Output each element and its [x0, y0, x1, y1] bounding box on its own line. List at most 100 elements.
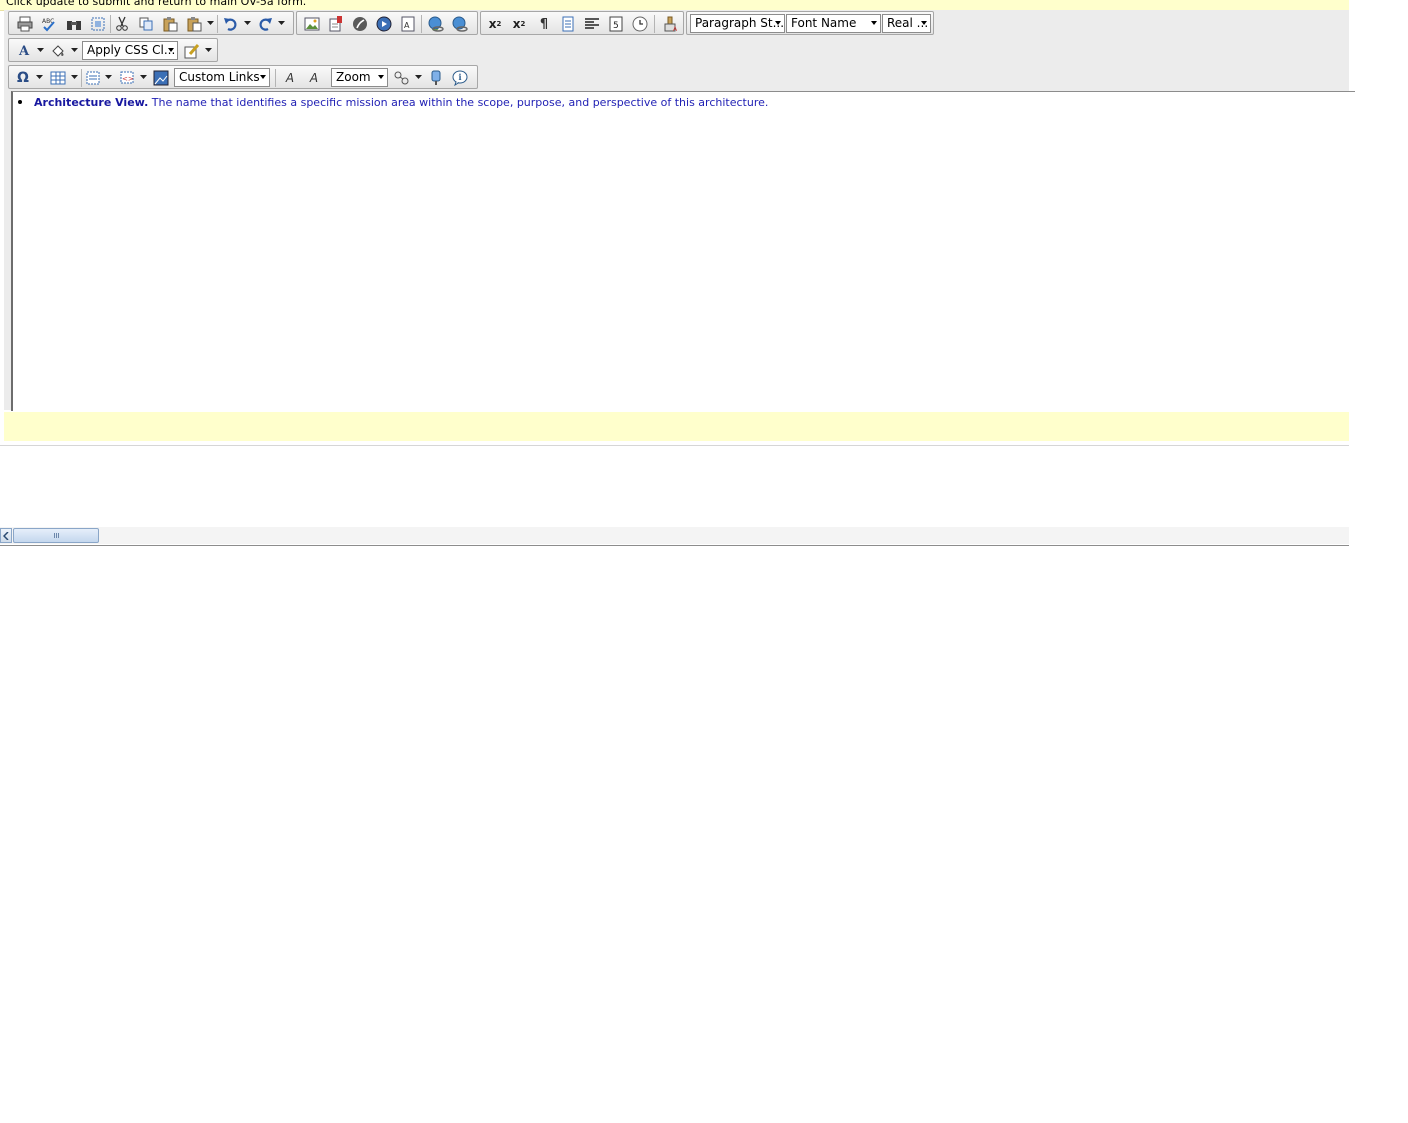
chevron-down-icon[interactable]: [37, 46, 44, 54]
chevron-down-icon[interactable]: [244, 19, 251, 27]
separator: [654, 15, 655, 33]
convert-to-lower-icon[interactable]: A: [282, 70, 298, 86]
list-item: Architecture View. The name that identif…: [18, 96, 768, 109]
font-name-select[interactable]: Font Name: [786, 14, 881, 33]
chevron-down-icon: [168, 48, 174, 52]
toolbar-group-tools: Ω <> Custom Links A A Zoom i: [8, 65, 478, 89]
paragraph-icon[interactable]: ¶: [536, 16, 552, 32]
image-map-icon[interactable]: [153, 70, 169, 86]
toolbar-group-color: A Apply CSS Cl...: [8, 38, 218, 62]
paragraph-style-select[interactable]: Paragraph St...: [690, 14, 785, 33]
insert-form-element-icon[interactable]: [85, 70, 101, 86]
image-manager-icon[interactable]: [304, 16, 320, 32]
print-icon[interactable]: [17, 16, 33, 32]
css-class-value: Apply CSS Cl...: [87, 43, 176, 57]
snippets-icon[interactable]: <>: [119, 70, 135, 86]
separator: [81, 69, 82, 87]
toolbar-group-insert: A: [296, 11, 478, 35]
find-icon[interactable]: [66, 16, 82, 32]
rich-text-editor: ABC A x2 x2 ¶ 5 A Paragraph St... Font N…: [4, 10, 1355, 411]
undo-icon[interactable]: [223, 16, 239, 32]
divider: [0, 545, 1349, 546]
chevron-down-icon: [260, 75, 266, 79]
svg-text:A: A: [673, 26, 678, 32]
toolbar-group-edit: ABC: [8, 11, 294, 35]
toolbar-group-format: x2 x2 ¶ 5 A: [480, 11, 684, 35]
separator: [275, 69, 276, 87]
toolbar-group-styles: Paragraph St... Font Name Real ...: [686, 11, 934, 35]
chevron-down-icon: [921, 21, 927, 25]
flash-manager-icon[interactable]: [352, 16, 368, 32]
grip-line: [56, 533, 57, 538]
chevron-left-icon: [3, 531, 9, 540]
paste-icon[interactable]: [162, 16, 178, 32]
font-name-value: Font Name: [791, 16, 857, 30]
spellcheck-icon[interactable]: ABC: [41, 16, 57, 32]
svg-text:A: A: [404, 21, 410, 30]
document-manager-icon[interactable]: [328, 16, 344, 32]
grip-line: [54, 533, 55, 538]
separator: [217, 15, 218, 33]
chevron-down-icon[interactable]: [36, 73, 43, 81]
instruction-text: Click update to submit and return to mai…: [6, 0, 307, 8]
subscript-icon[interactable]: x2: [511, 16, 527, 32]
insert-table-icon[interactable]: [50, 70, 66, 86]
chevron-down-icon[interactable]: [415, 73, 422, 81]
toolbar-row-1: ABC A x2 x2 ¶ 5 A Paragraph St... Font N…: [8, 11, 938, 37]
divider: [0, 445, 1349, 446]
insert-date-icon[interactable]: [632, 16, 648, 32]
zoom-value: Zoom: [336, 70, 371, 84]
insert-symbol-icon[interactable]: Ω: [15, 70, 31, 86]
paste-options-icon[interactable]: [186, 16, 202, 32]
separator: [110, 15, 111, 33]
chevron-down-icon: [378, 75, 384, 79]
horizontal-scrollbar[interactable]: [0, 527, 1349, 544]
bullet-icon: [18, 100, 22, 104]
toggle-screen-mode-icon[interactable]: [428, 70, 444, 86]
custom-links-select[interactable]: Custom Links: [174, 68, 270, 87]
redo-icon[interactable]: [257, 16, 273, 32]
chevron-down-icon[interactable]: [207, 19, 214, 27]
hyperlink-manager-icon[interactable]: [428, 16, 444, 32]
toolbar-row-2: A Apply CSS Cl...: [8, 38, 220, 64]
chevron-down-icon[interactable]: [205, 46, 212, 54]
chevron-down-icon[interactable]: [278, 19, 285, 27]
convert-to-upper-icon[interactable]: A: [306, 70, 322, 86]
scrollbar-thumb[interactable]: [13, 528, 99, 543]
cut-icon[interactable]: [114, 16, 130, 32]
chevron-down-icon[interactable]: [71, 73, 78, 81]
align-left-icon[interactable]: [584, 16, 600, 32]
definition-term: Architecture View.: [34, 96, 149, 109]
chevron-down-icon[interactable]: [140, 73, 147, 81]
format-sets-icon[interactable]: [184, 43, 200, 59]
svg-text:<>: <>: [122, 75, 134, 83]
format-stripper-icon[interactable]: A: [663, 16, 679, 32]
custom-links-value: Custom Links: [179, 70, 260, 84]
svg-text:i: i: [459, 72, 462, 82]
separator: [421, 15, 422, 33]
fore-color-icon[interactable]: A: [16, 43, 32, 59]
paragraph-style-value: Paragraph St...: [695, 16, 785, 30]
insert-paragraph-icon[interactable]: [560, 16, 576, 32]
chevron-down-icon[interactable]: [105, 73, 112, 81]
format-code-block-icon[interactable]: 5: [608, 16, 624, 32]
chevron-down-icon: [871, 21, 877, 25]
module-manager-icon[interactable]: [394, 70, 410, 86]
about-info-icon[interactable]: i: [452, 70, 468, 86]
apply-css-class-select[interactable]: Apply CSS Cl...: [82, 41, 178, 60]
grip-line: [58, 533, 59, 538]
select-all-icon[interactable]: [90, 16, 106, 32]
media-manager-icon[interactable]: [376, 16, 392, 32]
editor-content-area[interactable]: Architecture View. The name that identif…: [11, 91, 1355, 411]
svg-text:5: 5: [613, 21, 619, 31]
superscript-icon[interactable]: x2: [487, 16, 503, 32]
scroll-left-button[interactable]: [0, 528, 12, 543]
chevron-down-icon[interactable]: [71, 46, 78, 54]
chevron-down-icon: [775, 21, 781, 25]
zoom-select[interactable]: Zoom: [331, 68, 388, 87]
remove-link-icon[interactable]: [452, 16, 468, 32]
copy-icon[interactable]: [138, 16, 154, 32]
back-color-icon[interactable]: [50, 43, 66, 59]
template-manager-icon[interactable]: A: [400, 16, 416, 32]
font-size-select[interactable]: Real ...: [882, 14, 931, 33]
